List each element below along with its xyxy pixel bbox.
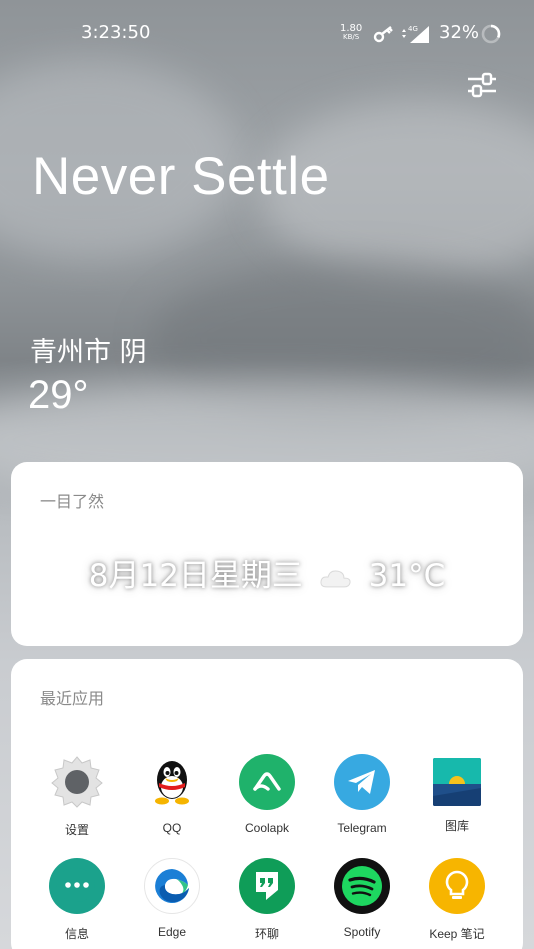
app-gallery[interactable]: 图库 bbox=[409, 754, 505, 834]
customize-sliders-icon[interactable] bbox=[466, 71, 498, 99]
coolapk-icon bbox=[239, 754, 295, 810]
at-a-glance-content[interactable]: 8月12日星期三 31°C bbox=[11, 550, 523, 595]
app-edge[interactable]: Edge bbox=[124, 858, 220, 939]
recent-apps-title: 最近应用 bbox=[40, 689, 105, 708]
settings-gear-icon bbox=[49, 754, 105, 810]
app-messages[interactable]: 信息 bbox=[29, 858, 125, 942]
glance-temperature: 31°C bbox=[368, 558, 446, 594]
hangouts-icon bbox=[239, 858, 295, 914]
app-label: QQ bbox=[162, 821, 182, 835]
gallery-icon bbox=[433, 758, 481, 806]
app-label: 信息 bbox=[64, 927, 89, 941]
messages-icon bbox=[49, 858, 105, 914]
spotify-icon bbox=[334, 858, 390, 914]
app-label: Spotify bbox=[343, 925, 381, 939]
weather-temperature[interactable]: 29° bbox=[28, 373, 89, 418]
app-label: Coolapk bbox=[244, 821, 290, 835]
recent-apps-card: 最近应用 设置 QQ Coolapk Telegram 图库 信息 Edge 环… bbox=[11, 659, 523, 949]
edge-icon bbox=[144, 858, 200, 914]
app-keep[interactable]: Keep 笔记 bbox=[409, 858, 505, 942]
app-label: Telegram bbox=[337, 821, 387, 835]
cellular-signal-icon: 4G bbox=[402, 25, 429, 43]
network-type-label: 4G bbox=[408, 25, 418, 33]
telegram-icon bbox=[334, 754, 390, 810]
app-coolapk[interactable]: Coolapk bbox=[219, 754, 315, 835]
app-hangouts[interactable]: 环聊 bbox=[219, 858, 315, 942]
status-time: 3:23:50 bbox=[81, 22, 151, 43]
network-speed-unit: KB/S bbox=[343, 33, 360, 41]
status-bar: 3:23:50 1.80 KB/S 4G 32% bbox=[0, 0, 534, 68]
app-spotify[interactable]: Spotify bbox=[314, 858, 410, 939]
headline-text: Never Settle bbox=[32, 147, 330, 206]
app-label: 图库 bbox=[444, 819, 469, 833]
app-label: Keep 笔记 bbox=[429, 927, 485, 941]
keep-icon bbox=[429, 858, 485, 914]
battery-ring-icon bbox=[481, 24, 501, 44]
app-label: 设置 bbox=[64, 823, 89, 837]
app-label: Edge bbox=[157, 925, 187, 939]
at-a-glance-card[interactable]: 一目了然 8月12日星期三 31°C bbox=[11, 462, 523, 646]
battery-percentage: 32% bbox=[439, 22, 480, 43]
cloudy-weather-icon bbox=[320, 569, 351, 587]
app-qq[interactable]: QQ bbox=[124, 754, 220, 835]
weather-city: 青州市 阴 bbox=[30, 337, 147, 368]
at-a-glance-title: 一目了然 bbox=[40, 492, 105, 511]
qq-penguin-icon bbox=[144, 754, 200, 810]
glance-date: 8月12日星期三 bbox=[88, 558, 303, 594]
app-telegram[interactable]: Telegram bbox=[314, 754, 410, 835]
vpn-key-icon bbox=[373, 26, 393, 43]
network-speed: 1.80 KB/S bbox=[340, 24, 362, 42]
app-settings[interactable]: 设置 bbox=[29, 754, 125, 838]
app-label: 环聊 bbox=[254, 927, 279, 941]
